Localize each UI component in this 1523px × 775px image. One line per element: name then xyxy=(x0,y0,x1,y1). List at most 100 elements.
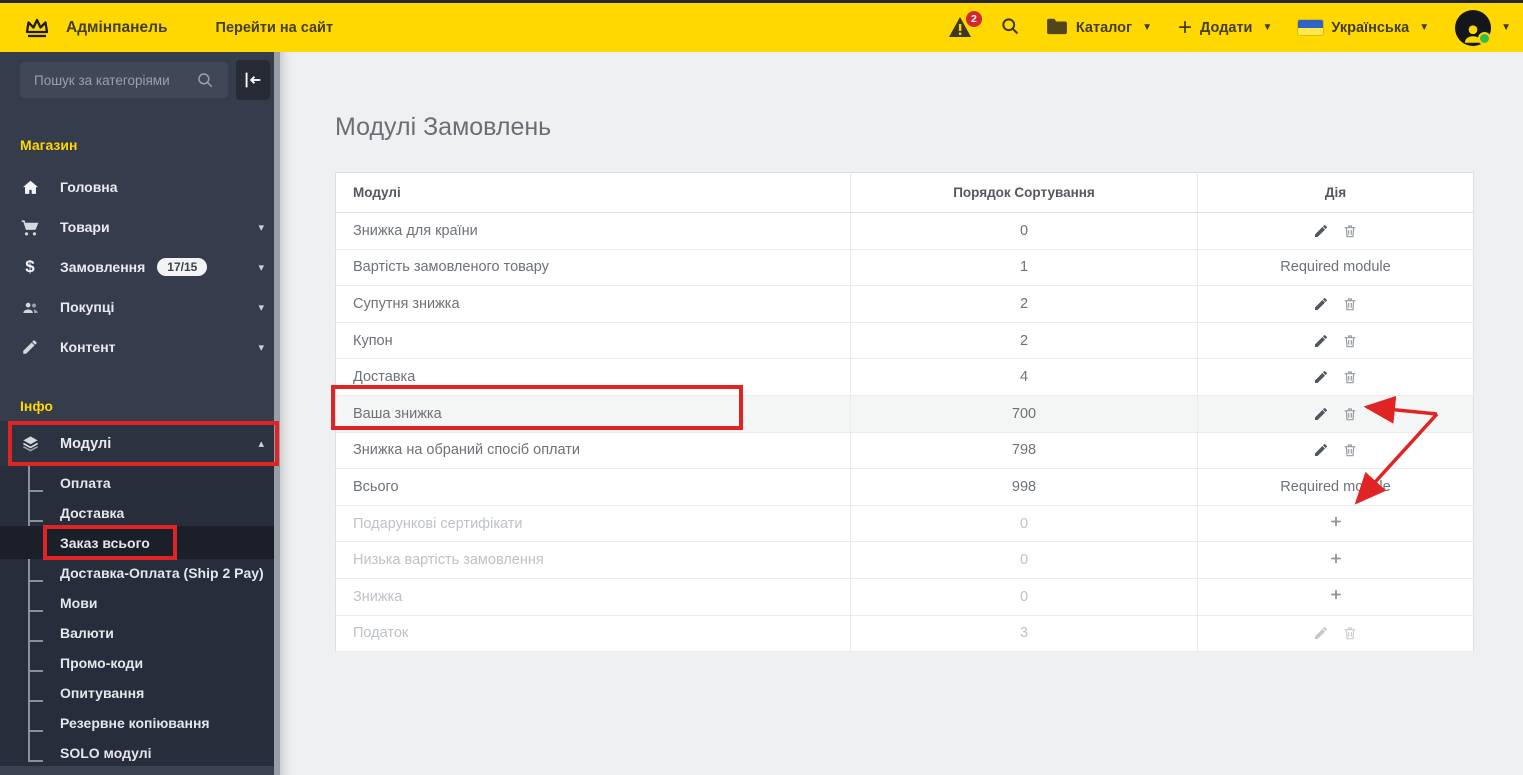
layers-icon xyxy=(20,434,40,454)
sort-order-cell: 700 xyxy=(850,395,1198,433)
sort-order-cell: 0 xyxy=(850,212,1198,250)
sort-order-cell: 0 xyxy=(850,578,1198,616)
sort-order-cell: 798 xyxy=(850,432,1198,470)
add-menu[interactable]: + Додати ▼ xyxy=(1178,15,1273,39)
action-cell xyxy=(1197,358,1474,396)
caret-down-icon: ▼ xyxy=(1142,21,1152,33)
delete-icon[interactable] xyxy=(1342,406,1358,422)
folder-icon xyxy=(1046,17,1068,39)
crown-logo-icon xyxy=(22,15,52,41)
add-label: Додати xyxy=(1200,19,1253,36)
chevron-down-icon: ▾ xyxy=(258,341,264,354)
sidebar-item-4[interactable]: Контент ▾ xyxy=(0,327,280,367)
sidebar-item-1[interactable]: Товари ▾ xyxy=(0,207,280,247)
sidebar-item-3[interactable]: Покупці ▾ xyxy=(0,287,280,327)
table-header-row: Модулі Порядок Сортування Дія xyxy=(335,172,1474,213)
language-menu[interactable]: Українська ▼ xyxy=(1298,20,1429,36)
delete-icon xyxy=(1342,625,1358,641)
column-header-sort-order: Порядок Сортування xyxy=(850,172,1198,213)
sidebar-subitem-9[interactable]: SOLO модулі xyxy=(0,738,280,768)
dollar-icon: $ xyxy=(25,257,35,276)
sidebar-subitem-6[interactable]: Промо-коди xyxy=(0,648,280,678)
required-module-label: Required module xyxy=(1280,478,1391,495)
sidebar-subitem-label: SOLO модулі xyxy=(60,745,152,761)
content-icon xyxy=(20,337,40,357)
table-row: Подарункові сертифікати 0 xyxy=(335,505,1474,543)
module-name-cell: Ваша знижка xyxy=(335,395,851,433)
search-input[interactable] xyxy=(20,62,228,98)
sidebar: МагазинГоловнаТовари▾$Замовлення17/15▾По… xyxy=(0,52,280,775)
action-cell xyxy=(1197,322,1474,360)
action-cell xyxy=(1197,285,1474,323)
sidebar-subitem-0[interactable]: Оплата xyxy=(0,468,280,498)
sidebar-item-label: Покупці xyxy=(60,299,115,315)
module-name-cell: Знижка для країни xyxy=(335,212,851,250)
customers-icon xyxy=(20,297,40,317)
search-button[interactable] xyxy=(1000,16,1020,40)
language-label: Українська xyxy=(1331,19,1410,36)
orders-count-badge: 17/15 xyxy=(157,258,208,276)
table-row: Вартість замовленого товару 1 Required mod… xyxy=(335,249,1474,287)
chevron-down-icon: ▾ xyxy=(258,221,264,234)
sidebar-subitem-label: Заказ всього xyxy=(60,534,150,551)
alerts-count-badge: 2 xyxy=(965,10,982,27)
admin-screen: Адмінпанель Перейти на сайт 2 Каталог ▼ … xyxy=(0,0,1523,775)
sidebar-subitem-3[interactable]: Доставка-Оплата (Ship 2 Pay) xyxy=(0,558,280,588)
sidebar-subitem-2[interactable]: Заказ всього xyxy=(0,526,280,559)
sort-order-cell: 3 xyxy=(850,615,1198,653)
edit-icon[interactable] xyxy=(1313,333,1329,349)
catalog-menu[interactable]: Каталог ▼ xyxy=(1046,17,1152,39)
sort-order-cell: 0 xyxy=(850,505,1198,543)
alerts-button[interactable]: 2 xyxy=(948,10,982,40)
action-cell xyxy=(1197,432,1474,470)
sidebar-subitem-5[interactable]: Валюти xyxy=(0,618,280,648)
delete-icon[interactable] xyxy=(1342,369,1358,385)
sidebar-collapse-button[interactable] xyxy=(236,60,270,100)
add-icon[interactable] xyxy=(1328,550,1344,566)
sidebar-item-label: Контент xyxy=(60,339,116,355)
sidebar-subitem-label: Доставка-Оплата (Ship 2 Pay) xyxy=(60,565,264,581)
add-icon[interactable] xyxy=(1328,513,1344,529)
edit-icon[interactable] xyxy=(1313,406,1329,422)
edit-icon[interactable] xyxy=(1313,223,1329,239)
add-icon[interactable] xyxy=(1328,586,1344,602)
caret-down-icon: ▼ xyxy=(1419,21,1430,33)
action-cell xyxy=(1197,212,1474,250)
sidebar-subitem-label: Валюти xyxy=(60,625,114,641)
sidebar-item-moduli[interactable]: Модулі ▴ xyxy=(0,421,280,466)
chevron-down-icon: ▾ xyxy=(258,301,264,314)
sidebar-subitem-7[interactable]: Опитування xyxy=(0,678,280,708)
delete-icon[interactable] xyxy=(1342,442,1358,458)
module-name-cell: Знижка на обраний спосіб оплати xyxy=(335,432,851,470)
sidebar-item-2[interactable]: $ Замовлення 17/15 ▾ xyxy=(0,247,280,287)
table-row: Ваша знижка 700 xyxy=(335,395,1474,433)
sidebar-subitem-8[interactable]: Резервне копіювання xyxy=(0,708,280,738)
edit-icon[interactable] xyxy=(1313,296,1329,312)
table-row: Знижка на обраний спосіб оплати 798 xyxy=(335,432,1474,470)
caret-down-icon: ▼ xyxy=(1262,21,1273,33)
edit-icon[interactable] xyxy=(1313,442,1329,458)
sidebar-subitem-label: Доставка xyxy=(60,505,125,521)
goto-site-link[interactable]: Перейти на сайт xyxy=(216,20,334,36)
sidebar-subitem-label: Опитування xyxy=(60,685,145,701)
sort-order-cell: 998 xyxy=(850,468,1198,506)
delete-icon[interactable] xyxy=(1342,333,1358,349)
sidebar-item-0[interactable]: Головна xyxy=(0,167,280,207)
sidebar-next-item-peek xyxy=(0,766,280,775)
sort-order-cell: 0 xyxy=(850,541,1198,579)
delete-icon[interactable] xyxy=(1342,223,1358,239)
sidebar-item-label: Модулі xyxy=(60,435,112,452)
module-name-cell: Вартість замовленого товару xyxy=(335,249,851,287)
delete-icon[interactable] xyxy=(1342,296,1358,312)
sidebar-subitem-4[interactable]: Мови xyxy=(0,588,280,618)
modules-table: Модулі Порядок Сортування Дія Знижка для… xyxy=(335,172,1474,653)
user-menu[interactable]: ▼ xyxy=(1455,9,1511,46)
edit-icon[interactable] xyxy=(1313,369,1329,385)
action-cell xyxy=(1197,395,1474,433)
sort-order-cell: 4 xyxy=(850,358,1198,396)
sidebar-subitem-1[interactable]: Доставка xyxy=(0,498,280,528)
sidebar-subitem-label: Мови xyxy=(60,595,98,611)
column-header-action: Дія xyxy=(1197,172,1474,213)
module-name-cell: Супутня знижка xyxy=(335,285,851,323)
table-row: Купон 2 xyxy=(335,322,1474,360)
